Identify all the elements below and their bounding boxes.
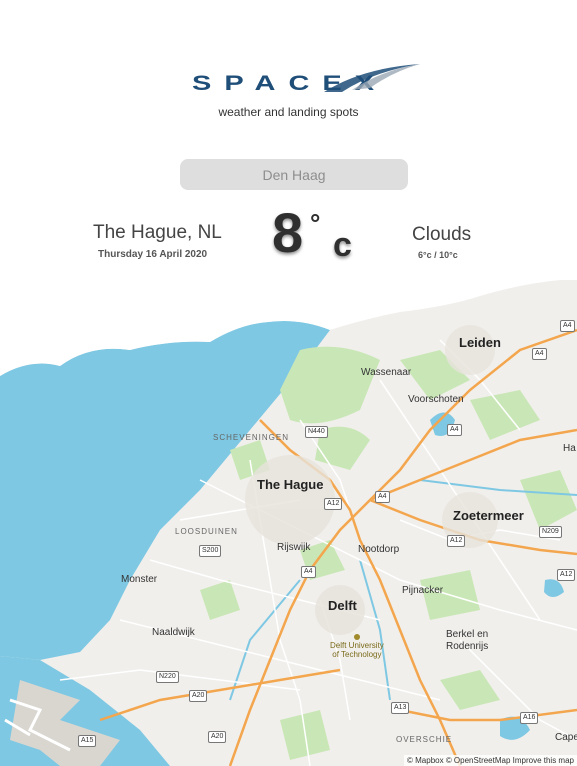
map-canvas[interactable] xyxy=(0,280,577,766)
map-poi-delft-university: Delft University of Technology xyxy=(330,634,384,659)
poi-line-1: Delft University xyxy=(330,641,384,650)
road-shield-a4-south: A4 xyxy=(301,566,316,578)
map-label-the-hague: The Hague xyxy=(257,477,324,492)
road-shield-n220: N220 xyxy=(156,671,179,683)
map-label-naaldwijk: Naaldwijk xyxy=(152,627,195,638)
map-label-nootdorp: Nootdorp xyxy=(358,544,400,555)
road-shield-a12-east: A12 xyxy=(447,535,466,547)
map-label-wassenaar: Wassenaar xyxy=(361,367,412,378)
road-shield-a13: A13 xyxy=(391,702,410,714)
logo-swoosh-icon xyxy=(324,64,420,92)
map-attribution[interactable]: © Mapbox © OpenStreetMap Improve this ma… xyxy=(404,755,577,766)
map-label-voorschoten: Voorschoten xyxy=(408,394,464,405)
poi-marker-icon xyxy=(353,634,360,640)
map-label-zoetermeer: Zoetermeer xyxy=(453,508,524,523)
map-label-leiden: Leiden xyxy=(459,335,501,350)
road-shield-a15: A15 xyxy=(78,735,97,747)
map-label-pijnacker: Pijnacker xyxy=(402,585,444,596)
city-search-input[interactable] xyxy=(180,159,408,190)
road-shield-a12-center: A12 xyxy=(324,498,343,510)
map-label-overschie: OVERSCHIE xyxy=(396,735,453,744)
header: SPACEX weather and landing spots xyxy=(0,0,577,130)
temperature-value: 8 xyxy=(272,201,304,264)
road-shield-a20-1: A20 xyxy=(189,690,208,702)
road-shield-a4-upper: A4 xyxy=(532,348,547,360)
poi-line-2: of Technology xyxy=(332,650,382,659)
temperature-unit: c xyxy=(333,226,352,264)
map-label-rijswijk: Rijswijk xyxy=(277,542,311,553)
map-label-berkel: Berkel en xyxy=(446,629,489,640)
map-label-monster: Monster xyxy=(121,574,158,585)
tagline: weather and landing spots xyxy=(218,105,359,119)
city-name: The Hague, NL xyxy=(93,222,222,243)
road-shield-a16: A16 xyxy=(520,712,539,724)
road-shield-s200: S200 xyxy=(199,545,222,557)
road-shield-a20-2: A20 xyxy=(208,731,227,743)
weather-date: Thursday 16 April 2020 xyxy=(98,249,208,260)
road-shield-a4-rijswijk: A4 xyxy=(375,491,390,503)
map-label-rodenrijs: Rodenrijs xyxy=(446,641,489,652)
map-label-delft: Delft xyxy=(328,598,357,613)
map-label-loosduinen: LOOSDUINEN xyxy=(175,527,238,536)
map-label-scheveningen: SCHEVENINGEN xyxy=(213,433,290,442)
road-shield-a4-top: A4 xyxy=(560,320,575,332)
degree-symbol: ° xyxy=(310,208,321,238)
road-shield-a12-edge: A12 xyxy=(557,569,576,581)
road-shield-a4-mid: A4 xyxy=(447,424,462,436)
road-shield-n440: N440 xyxy=(305,426,328,438)
spacex-logo: SPACEX xyxy=(192,62,432,102)
landing-spots-map[interactable]: Leiden Wassenaar Voorschoten SCHEVENINGE… xyxy=(0,280,577,766)
map-label-ha: Ha xyxy=(563,443,576,454)
temperature-range: 6°c / 10°c xyxy=(418,250,458,260)
weather-condition: Clouds xyxy=(412,224,472,245)
road-shield-n209: N209 xyxy=(539,526,562,538)
map-label-cape: Cape xyxy=(555,732,577,743)
